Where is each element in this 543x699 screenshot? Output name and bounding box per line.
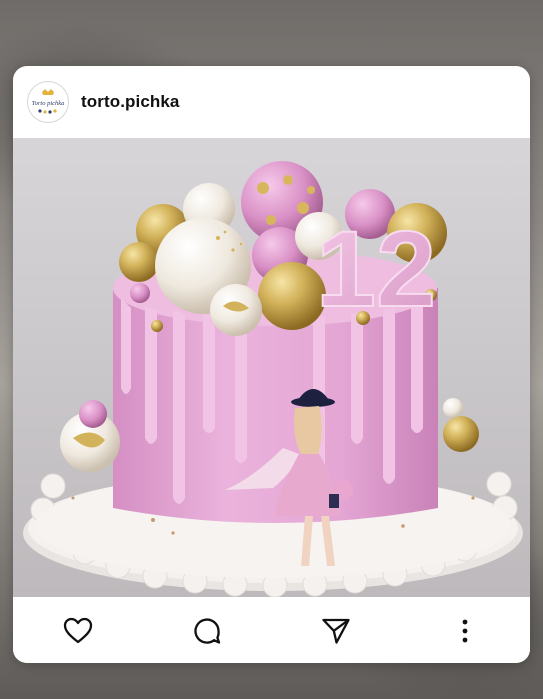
comment-button[interactable] (190, 614, 224, 648)
comment-bubble-icon (194, 618, 221, 644)
like-button[interactable] (61, 614, 95, 648)
more-vertical-icon (462, 619, 468, 643)
username[interactable]: torto.pichka (81, 92, 180, 112)
post-card: Torto pichka torto.pichka 12 (13, 66, 530, 663)
svg-text:Torto pichka: Torto pichka (32, 100, 65, 107)
avatar[interactable]: Torto pichka (27, 81, 69, 123)
avatar-logo: Torto pichka (29, 83, 67, 121)
post-action-bar (13, 597, 530, 663)
share-button[interactable] (319, 614, 353, 648)
cake-illustration: 12 (13, 138, 530, 597)
post-header: Torto pichka torto.pichka (13, 66, 530, 138)
heart-icon (63, 617, 93, 644)
number-topper: 12 (315, 207, 437, 330)
more-options-button[interactable] (448, 614, 482, 648)
topper-number-text: 12 (316, 208, 436, 329)
post-image[interactable]: 12 (13, 138, 530, 597)
send-icon (322, 618, 350, 644)
